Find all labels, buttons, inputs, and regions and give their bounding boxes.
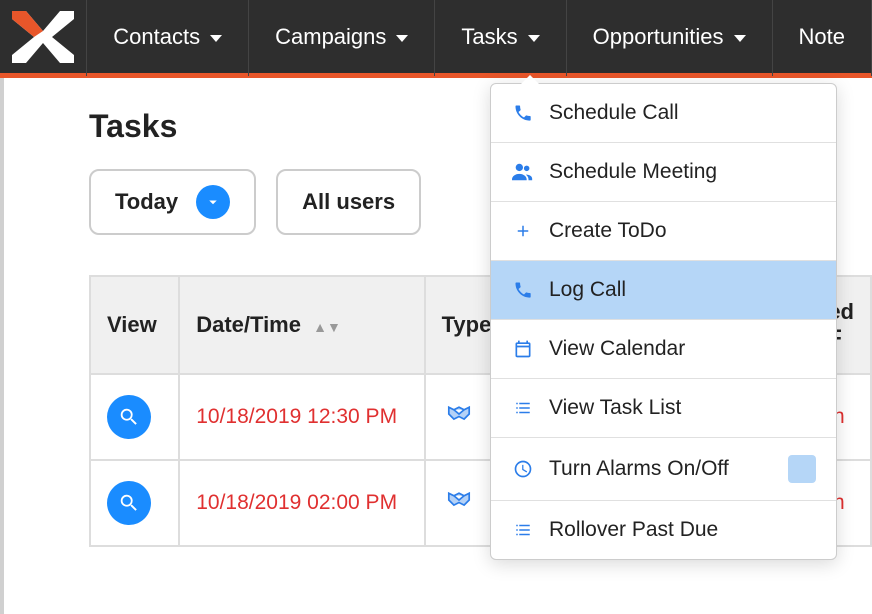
caret-down-icon: [396, 35, 408, 42]
menu-label: Schedule Call: [549, 101, 679, 125]
phone-icon: [511, 103, 535, 123]
menu-label: View Task List: [549, 396, 681, 420]
caret-down-icon: [734, 35, 746, 42]
nav-notes[interactable]: Note: [772, 0, 872, 76]
nav-campaigns[interactable]: Campaigns: [248, 0, 434, 76]
menu-view-calendar[interactable]: View Calendar: [491, 320, 836, 379]
menu-log-call[interactable]: Log Call: [491, 261, 836, 320]
users-icon: [511, 162, 535, 182]
menu-create-todo[interactable]: Create ToDo: [491, 202, 836, 261]
menu-label: Turn Alarms On/Off: [549, 457, 729, 481]
search-icon: [118, 492, 140, 514]
menu-schedule-meeting[interactable]: Schedule Meeting: [491, 143, 836, 202]
main-nav: Contacts Campaigns Tasks Opportunities N…: [86, 0, 872, 76]
top-nav-bar: Contacts Campaigns Tasks Opportunities N…: [0, 0, 872, 78]
sort-icon: ▲▼: [313, 319, 341, 335]
nav-opportunities-label: Opportunities: [593, 24, 724, 50]
tasks-dropdown-menu: Schedule Call Schedule Meeting Create To…: [490, 83, 837, 560]
list-icon: [511, 521, 535, 539]
nav-campaigns-label: Campaigns: [275, 24, 386, 50]
menu-rollover[interactable]: Rollover Past Due: [491, 501, 836, 559]
caret-down-icon: [528, 35, 540, 42]
filter-today[interactable]: Today: [89, 169, 256, 235]
view-button[interactable]: [107, 395, 151, 439]
nav-notes-label: Note: [799, 24, 845, 50]
clock-icon: [511, 459, 535, 479]
plus-icon: [511, 222, 535, 240]
menu-label: Rollover Past Due: [549, 518, 718, 542]
menu-label: Create ToDo: [549, 219, 667, 243]
datetime-value: 10/18/2019 12:30 PM: [196, 405, 397, 428]
logo-icon: [12, 11, 74, 63]
calendar-icon: [511, 339, 535, 359]
filter-all-users-label: All users: [302, 189, 395, 215]
search-icon: [118, 406, 140, 428]
filter-all-users[interactable]: All users: [276, 169, 421, 235]
nav-opportunities[interactable]: Opportunities: [566, 0, 772, 76]
menu-view-task-list[interactable]: View Task List: [491, 379, 836, 438]
filter-today-label: Today: [115, 189, 178, 215]
menu-schedule-call[interactable]: Schedule Call: [491, 84, 836, 143]
view-button[interactable]: [107, 481, 151, 525]
handshake-icon: [442, 497, 476, 520]
menu-label: Log Call: [549, 278, 626, 302]
col-view: View: [90, 276, 179, 374]
menu-label: Schedule Meeting: [549, 160, 717, 184]
datetime-value: 10/18/2019 02:00 PM: [196, 491, 397, 514]
list-icon: [511, 399, 535, 417]
handshake-icon: [442, 411, 476, 434]
nav-contacts-label: Contacts: [113, 24, 200, 50]
chevron-down-icon: [196, 185, 230, 219]
menu-label: View Calendar: [549, 337, 685, 361]
nav-tasks[interactable]: Tasks: [434, 0, 565, 76]
nav-tasks-label: Tasks: [461, 24, 517, 50]
nav-contacts[interactable]: Contacts: [86, 0, 248, 76]
col-datetime[interactable]: Date/Time ▲▼: [179, 276, 424, 374]
caret-down-icon: [210, 35, 222, 42]
logo: [0, 0, 86, 76]
phone-icon: [511, 280, 535, 300]
menu-turn-alarms[interactable]: Turn Alarms On/Off: [491, 438, 836, 501]
alarm-toggle-checkbox[interactable]: [788, 455, 816, 483]
